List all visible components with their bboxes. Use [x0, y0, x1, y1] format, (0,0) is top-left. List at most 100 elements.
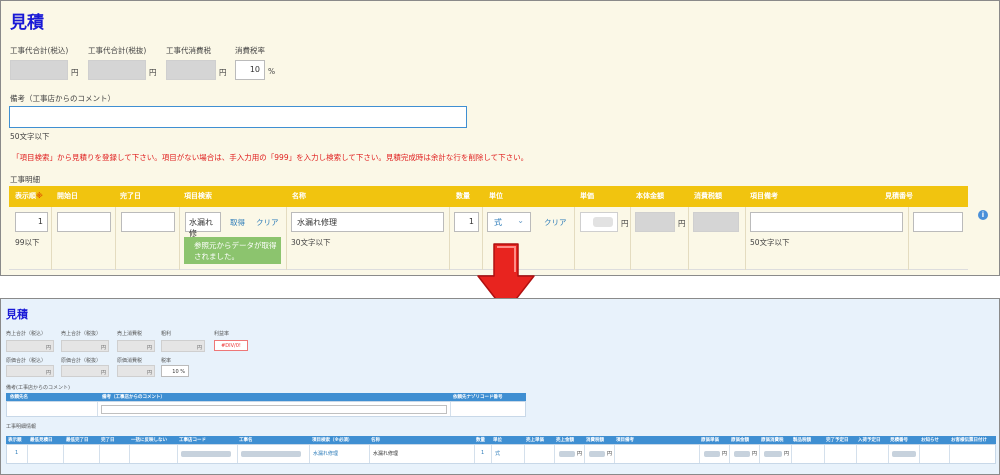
col-estimate-number: 見積番号: [885, 192, 913, 200]
body-amount-field: [635, 212, 675, 232]
contractor-code-blurred: [181, 451, 231, 457]
sales-total-without-tax-label: 売上合計（税抜）: [61, 331, 102, 337]
yen-unit: 円: [71, 68, 79, 77]
get-link[interactable]: 取得: [230, 217, 245, 228]
col-order: 表示順: [8, 438, 22, 443]
sales-total-without-tax-field: 円: [61, 340, 109, 352]
col-notice: お知らせ: [921, 438, 939, 443]
estimate-number-input[interactable]: [913, 212, 963, 232]
remarks-table-header: 依頼先名 備考（工事店からのコメント） 依頼先ナゾリコード番号: [6, 393, 526, 401]
remarks-label: 備考(工事店からのコメント): [6, 385, 70, 391]
unit-price-input[interactable]: [580, 212, 618, 232]
col-unit: 単位: [489, 192, 503, 200]
cost-unit-price-blurred: [704, 451, 720, 457]
percent-unit: %: [268, 67, 276, 76]
sales-total-with-tax-field: 円: [6, 340, 54, 352]
sales-total-with-tax-label: 売上合計（税込）: [6, 331, 47, 337]
consumption-tax-label: 工事代消費税: [166, 46, 211, 55]
col-unit-price: 単価: [580, 192, 594, 200]
tax-rate-input[interactable]: 10 %: [161, 365, 189, 377]
unit-value[interactable]: 式: [495, 450, 500, 457]
clear-link[interactable]: クリア: [256, 217, 279, 228]
page-title: 見積: [6, 308, 28, 321]
remarks-input[interactable]: [101, 405, 447, 414]
item-search-value[interactable]: 水漏れ修理: [313, 450, 338, 457]
col-complete-date: 完了日: [101, 438, 115, 443]
col-end-date: 完了日: [120, 192, 141, 200]
col-remarks: 備考（工事店からのコメント）: [102, 395, 165, 400]
col-start-date: 開始日: [57, 192, 78, 200]
total-with-tax-field: [10, 60, 68, 80]
col-estimate-number: 見積番号: [890, 438, 908, 443]
item-note-input[interactable]: [750, 212, 903, 232]
detail-table-header: 表示順 最低見積日 最低完了日 完了日 一括に反映しない 工事店コード 工事名 …: [6, 436, 996, 444]
col-arrival-date: 入荷予定日: [858, 438, 881, 443]
col-cost-tax: 原価消費税: [761, 438, 784, 443]
sales-tax-field: 円: [117, 340, 155, 352]
profit-rate-error: #DIV/0!: [214, 340, 248, 351]
remarks-row: [6, 401, 526, 417]
work-name-blurred: [241, 451, 301, 457]
total-without-tax-field: [88, 60, 146, 80]
remarks-input[interactable]: [9, 106, 467, 128]
end-date-input[interactable]: [121, 212, 175, 232]
tax-rate-input[interactable]: 10: [235, 60, 265, 80]
chevron-down-icon: ⌄: [517, 216, 524, 225]
col-requester-code: 依頼先ナゾリコード番号: [453, 395, 503, 400]
name-input[interactable]: 水漏れ修理: [291, 212, 444, 232]
col-cost-amount: 原価金額: [731, 438, 749, 443]
yen-unit: 円: [784, 451, 790, 457]
col-work-name: 工事名: [239, 438, 253, 443]
info-icon[interactable]: i: [978, 210, 988, 220]
cost-tax-blurred: [764, 451, 782, 457]
cost-amount-blurred: [734, 451, 750, 457]
col-min-complete-date: 最低完了日: [66, 438, 89, 443]
col-item-note: 項目備考: [750, 192, 778, 200]
unit-clear-link[interactable]: クリア: [544, 217, 567, 228]
col-planned-complete-date: 完了予定日: [826, 438, 849, 443]
page-title: 見積: [10, 13, 44, 33]
estimate-form-after: 見積 売上合計（税込） 売上合計（税抜） 売上消費税 粗利 利益率 円 円 円 …: [0, 298, 1000, 475]
yen-unit: 円: [577, 451, 583, 457]
detail-table-title: 工事明細情報: [6, 424, 37, 430]
col-name: 名称: [371, 438, 380, 443]
unit-select[interactable]: 式 ⌄: [487, 212, 531, 232]
name-hint: 30文字以下: [291, 238, 331, 247]
gross-profit-field: 円: [161, 340, 205, 352]
tax-label: 税率: [161, 358, 172, 364]
fetch-success-tooltip: 参照元からデータが取得されました。: [184, 237, 281, 264]
yen-unit: 円: [219, 68, 227, 77]
item-note-hint: 50文字以下: [750, 238, 790, 247]
col-min-estimate-date: 最低見積日: [30, 438, 53, 443]
cost-tax-label: 原価消費税: [117, 358, 143, 364]
table-row: 1 水漏れ修理 水漏れ修理 1 式 円 円 円 円 円: [6, 444, 996, 464]
cost-total-without-tax-field: 円: [61, 365, 109, 377]
col-body-amount: 本体金額: [636, 192, 664, 200]
sales-tax-label: 売上消費税: [117, 331, 143, 337]
col-order: 表示順※: [15, 192, 43, 200]
yen-unit: 円: [678, 219, 686, 228]
col-item-note: 項目備考: [616, 438, 634, 443]
col-no-bulk: 一括に反映しない: [131, 438, 167, 443]
quantity-value[interactable]: 1: [481, 450, 484, 456]
col-item-search: 項目検索: [184, 192, 212, 200]
tax-amount-field: [693, 212, 739, 232]
tax-rate-label: 消費税率: [235, 46, 265, 55]
cost-total-with-tax-field: 円: [6, 365, 54, 377]
cost-total-without-tax-label: 原価合計（税抜）: [61, 358, 102, 364]
col-sales-unit-price: 売上単価: [526, 438, 544, 443]
col-tax-amount: 消費税額: [586, 438, 604, 443]
sales-amount-blurred: [559, 451, 575, 457]
name-value[interactable]: 水漏れ修理: [373, 450, 398, 457]
item-search-input[interactable]: 水漏れ修: [185, 212, 221, 238]
start-date-input[interactable]: [57, 212, 111, 232]
col-name: 名称: [292, 192, 306, 200]
order-input[interactable]: 1: [15, 212, 48, 232]
remarks-hint: 50文字以下: [10, 132, 50, 141]
order-hint: 99以下: [15, 238, 40, 247]
total-without-tax-label: 工事代合計(税抜): [88, 46, 147, 55]
col-item-search: 項目検索（※必須）: [312, 438, 353, 443]
quantity-input[interactable]: 1: [454, 212, 479, 232]
yen-unit: 円: [149, 68, 157, 77]
cost-total-with-tax-label: 原価合計（税込）: [6, 358, 47, 364]
